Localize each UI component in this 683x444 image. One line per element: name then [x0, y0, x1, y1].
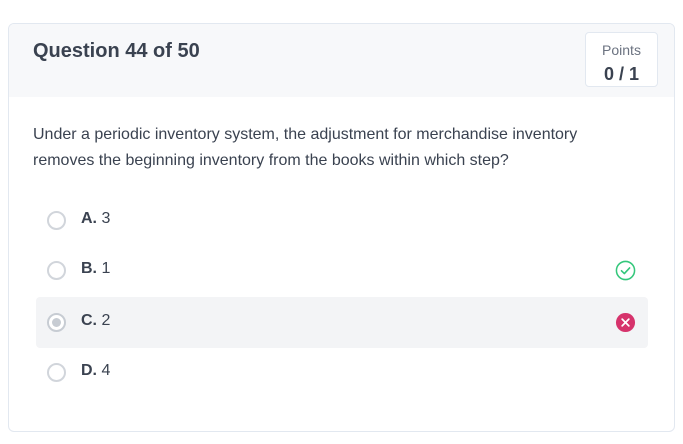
choice-d-text: D. 4 [81, 362, 110, 380]
radio-a[interactable] [47, 211, 66, 230]
radio-d[interactable] [47, 363, 66, 382]
points-label: Points [602, 42, 641, 58]
choice-b-text: B. 1 [81, 260, 110, 278]
question-title: Question 44 of 50 [33, 40, 200, 62]
choice-d[interactable]: D. 4 [36, 347, 648, 398]
question-prompt: Under a periodic inventory system, the a… [33, 126, 578, 169]
choice-b[interactable]: B. 1 [36, 245, 648, 296]
choice-d-value: 4 [101, 362, 111, 379]
choice-b-value: 1 [101, 260, 111, 277]
question-card: Question 44 of 50 Points 0 / 1 Under a p… [8, 23, 675, 432]
question-header: Question 44 of 50 Points 0 / 1 [9, 24, 674, 97]
choice-a-letter: A. [81, 210, 97, 227]
choice-c-text: C. 2 [81, 312, 110, 330]
choice-a-text: A. 3 [81, 210, 110, 228]
choice-c-letter: C. [81, 312, 97, 329]
choice-a-value: 3 [101, 210, 111, 227]
radio-c[interactable] [47, 313, 66, 332]
choice-c-value: 2 [101, 312, 111, 329]
choice-a[interactable]: A. 3 [36, 195, 648, 246]
choice-c[interactable]: C. 2 [36, 297, 648, 348]
points-value: 0 / 1 [603, 64, 640, 84]
x-circle-icon [615, 312, 636, 333]
choice-d-letter: D. [81, 362, 97, 379]
radio-b[interactable] [47, 261, 66, 280]
check-circle-icon [615, 260, 636, 281]
choice-b-letter: B. [81, 260, 97, 277]
points-box: Points 0 / 1 [585, 32, 658, 87]
